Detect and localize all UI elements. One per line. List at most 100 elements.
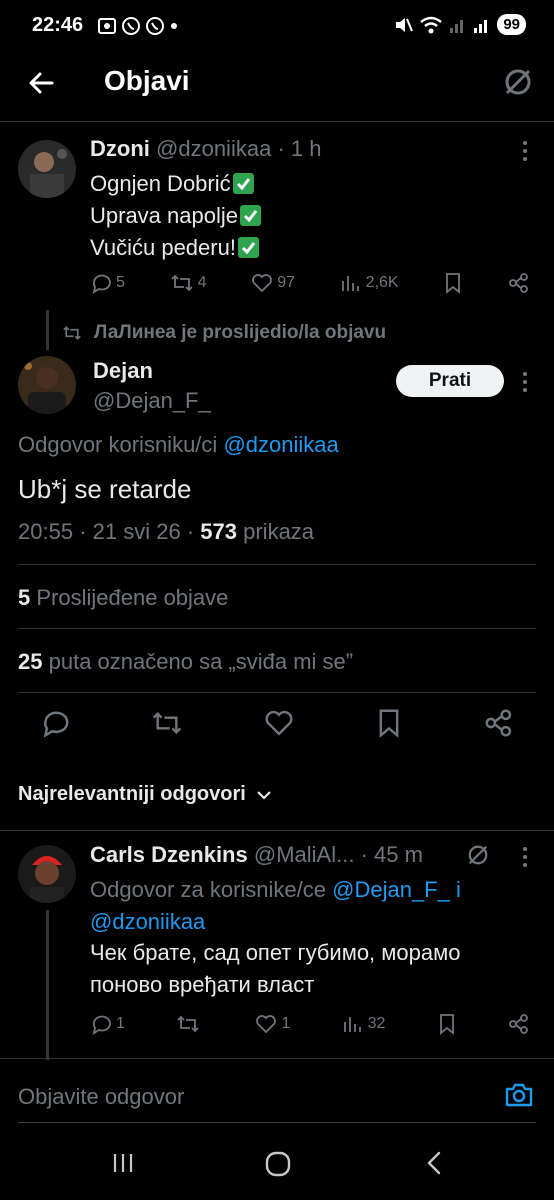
repost-count: 4 <box>197 274 207 291</box>
author-name[interactable]: Dejan <box>93 358 153 384</box>
status-time: 22:46 <box>32 14 84 36</box>
reply-icon <box>92 1015 111 1035</box>
tweet-time: 45 m <box>374 842 423 867</box>
reposts-stat[interactable]: 5 Proslijeđene objave <box>18 585 228 611</box>
repost-label: ЛаЛинеа je proslijedio/la objavu <box>62 322 386 344</box>
share-icon <box>509 273 528 293</box>
notification-icons <box>97 16 179 36</box>
viber-icon-2 <box>146 17 164 35</box>
check-mark-icon <box>232 173 254 194</box>
reply-icon[interactable] <box>40 708 70 738</box>
back-arrow-icon[interactable] <box>26 68 56 98</box>
views-button[interactable]: 2,6K <box>340 272 399 294</box>
check-mark-icon <box>237 237 259 258</box>
heart-icon[interactable] <box>264 708 294 738</box>
tweet-line-2: Uprava napolje <box>90 203 238 228</box>
tweet-header: Dzoni @dzoniikaa · 1 h <box>90 136 322 161</box>
views-icon <box>341 276 359 291</box>
like-count: 1 <box>281 1015 291 1032</box>
share-button[interactable] <box>508 272 530 294</box>
reply-to-handle[interactable]: @dzoniikaa <box>90 909 205 934</box>
screenshot-icon <box>98 18 116 34</box>
composer-underline <box>18 1122 536 1123</box>
divider <box>18 692 536 693</box>
author-name[interactable]: Carls Dzenkins <box>90 842 248 867</box>
heart-icon <box>252 274 273 293</box>
main-tweet-actions <box>40 708 514 738</box>
camera-icon[interactable] <box>504 1081 534 1109</box>
bookmark-icon <box>439 1014 454 1035</box>
thread-line <box>46 910 49 1060</box>
bookmark-icon <box>446 273 461 294</box>
author-name[interactable]: Dzoni <box>90 136 150 161</box>
dot-icon <box>171 23 177 29</box>
reply-to-line: Odgovor korisniku/ci @dzoniikaa <box>18 432 339 458</box>
repost-label-text[interactable]: ЛаЛинеа je proslijedio/la objavu <box>94 322 386 344</box>
more-options-icon[interactable] <box>522 140 528 162</box>
recent-apps-icon[interactable] <box>110 1150 136 1176</box>
likes-label: puta označeno sa „sviđa mi se” <box>48 649 354 674</box>
tweet-text: Ub*j se retarde <box>18 474 192 504</box>
reply-to-handle[interactable]: @dzoniikaa <box>223 432 338 457</box>
viber-icon <box>122 17 140 35</box>
wifi-icon <box>420 16 443 33</box>
tweet-line-1: Ognjen Dobrić <box>90 171 231 196</box>
views-button[interactable]: 32 <box>342 1013 386 1035</box>
like-button[interactable]: 1 <box>255 1013 290 1035</box>
heart-icon <box>256 1015 277 1034</box>
top-header: Objavi <box>0 56 554 122</box>
bookmark-button[interactable] <box>437 1013 457 1035</box>
reply-input[interactable]: Objavite odgovor <box>18 1084 184 1110</box>
repost-icon <box>170 274 193 292</box>
reply-button[interactable]: 1 <box>90 1013 125 1035</box>
author-handle[interactable]: @dzoniikaa <box>156 136 271 161</box>
tweet-actions: 5 4 97 2,6K <box>90 272 530 294</box>
signal-icon <box>450 19 464 33</box>
sort-dropdown[interactable]: Najrelevantniji odgovori <box>18 783 272 806</box>
share-icon[interactable] <box>484 708 514 738</box>
back-nav-icon[interactable] <box>422 1150 446 1176</box>
bookmark-button[interactable] <box>443 272 463 294</box>
tweet-actions: 1 1 32 <box>90 1013 530 1035</box>
reply-to-prefix: Odgovor za korisnike/ce <box>90 877 326 902</box>
views-label: prikaza <box>243 519 315 544</box>
reply-to-prefix: Odgovor korisniku/ci <box>18 432 218 457</box>
page-title: Objavi <box>104 65 190 96</box>
bookmark-icon[interactable] <box>375 708 403 738</box>
views-count: 32 <box>367 1015 386 1032</box>
repost-icon[interactable] <box>151 708 183 738</box>
tweet-text: Чек брате, сад опет губимо, морамо понов… <box>90 940 461 997</box>
author-handle[interactable]: @Dejan_F_ <box>93 388 211 414</box>
thread-line <box>46 310 49 350</box>
like-button[interactable]: 97 <box>251 272 295 294</box>
reply-composer: Objavite odgovor <box>0 1058 554 1124</box>
share-icon <box>509 1014 528 1034</box>
repost-button[interactable]: 4 <box>170 272 207 294</box>
system-icons: 99 <box>393 14 526 35</box>
tweet-time: 1 h <box>290 136 322 161</box>
home-icon[interactable] <box>264 1150 292 1178</box>
mute-icon <box>396 17 414 32</box>
avatar[interactable] <box>18 845 76 903</box>
chevron-down-icon <box>257 790 271 800</box>
grok-icon[interactable] <box>466 843 490 867</box>
divider <box>18 564 536 565</box>
author-handle[interactable]: @MaliAl... <box>254 842 355 867</box>
likes-stat[interactable]: 25 puta označeno sa „sviđa mi se” <box>18 649 353 675</box>
views-icon <box>343 1017 361 1032</box>
reply-to-line: Odgovor za korisnike/ce @Dejan_F_ i @dzo… <box>90 874 510 938</box>
reply-to-handle[interactable]: @Dejan_F_ <box>332 877 450 902</box>
grok-icon[interactable] <box>502 66 534 98</box>
reply-button[interactable]: 5 <box>90 272 125 294</box>
divider <box>0 830 554 831</box>
avatar[interactable] <box>18 140 76 198</box>
more-options-icon[interactable] <box>522 846 528 868</box>
reply-header: Carls Dzenkins @MaliAl... · 45 m <box>90 842 423 867</box>
share-button[interactable] <box>508 1013 530 1035</box>
follow-button[interactable]: Prati <box>396 365 504 397</box>
signal-icon-2 <box>474 19 488 33</box>
repost-button[interactable] <box>176 1013 204 1035</box>
avatar[interactable] <box>18 356 76 414</box>
more-options-icon[interactable] <box>522 371 528 393</box>
views-count: 573 <box>200 519 237 544</box>
